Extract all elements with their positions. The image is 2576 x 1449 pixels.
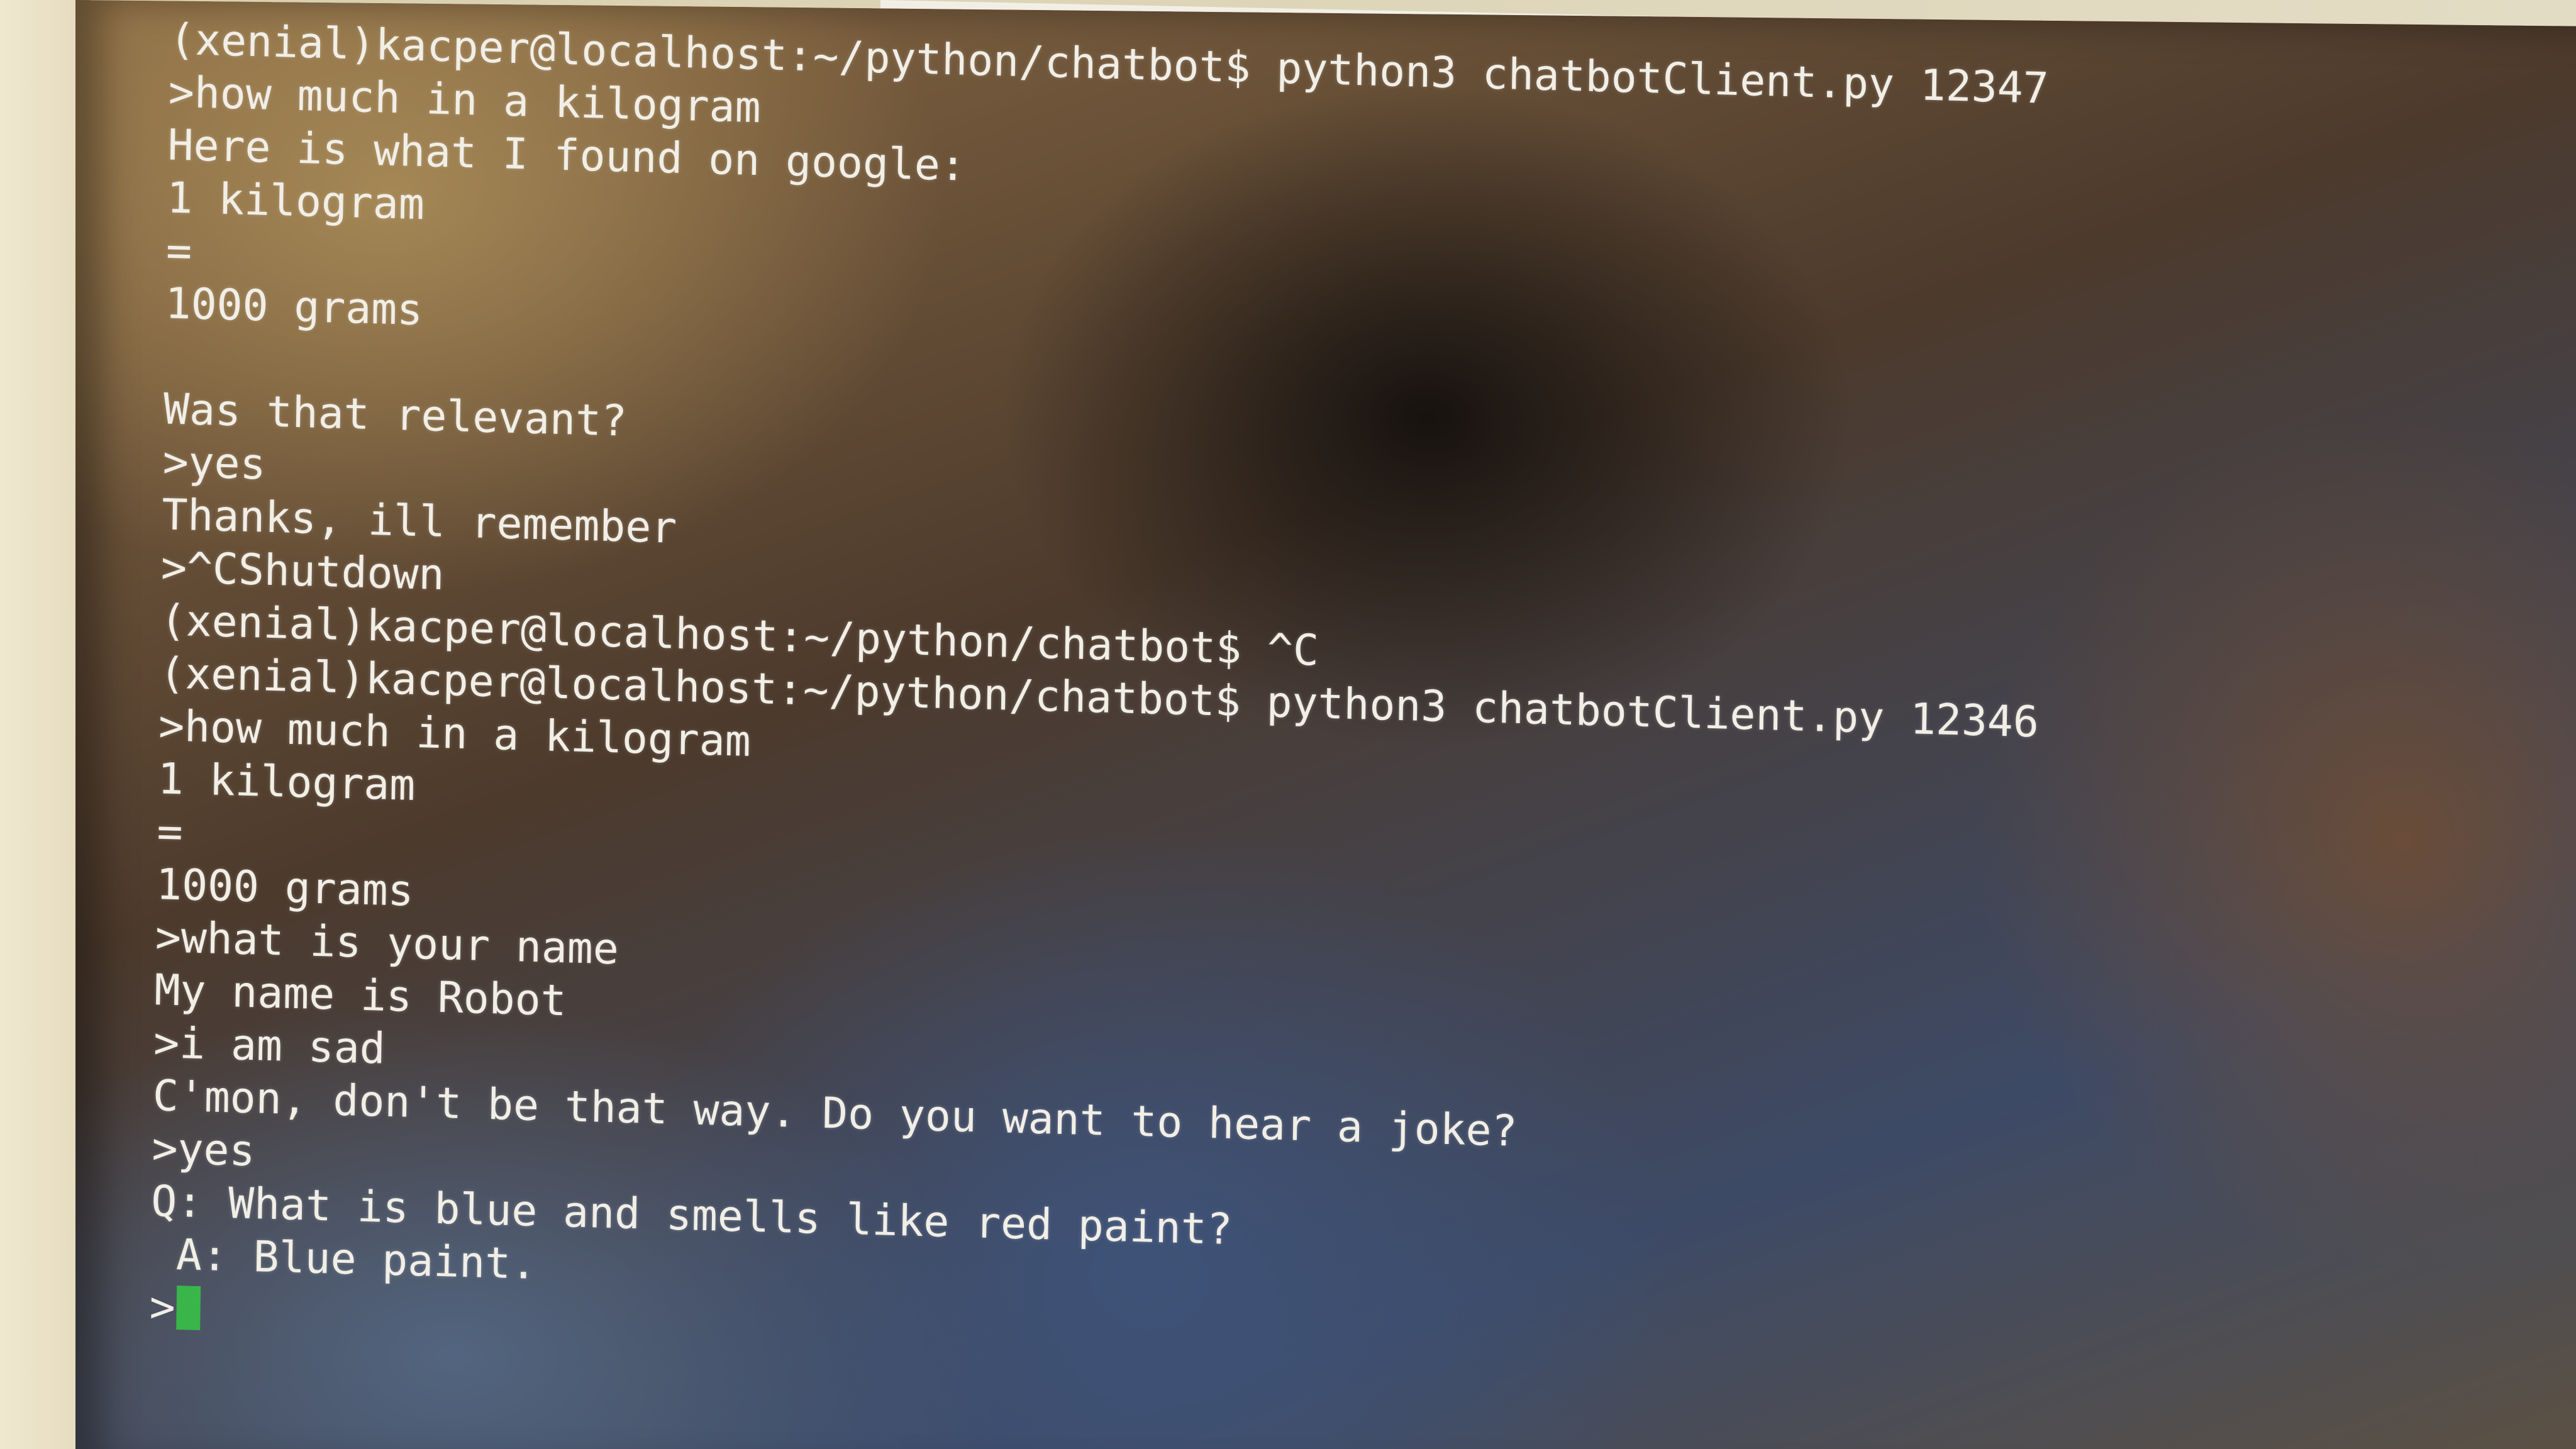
text-cursor: [176, 1285, 201, 1331]
photo-frame: (xenial)kacper@localhost:~/python/chatbo…: [0, 0, 2576, 1449]
prompt-symbol: >: [149, 1282, 176, 1333]
terminal-output[interactable]: (xenial)kacper@localhost:~/python/chatbo…: [149, 14, 2371, 1392]
terminal-screen: (xenial)kacper@localhost:~/python/chatbo…: [75, 0, 2576, 1449]
